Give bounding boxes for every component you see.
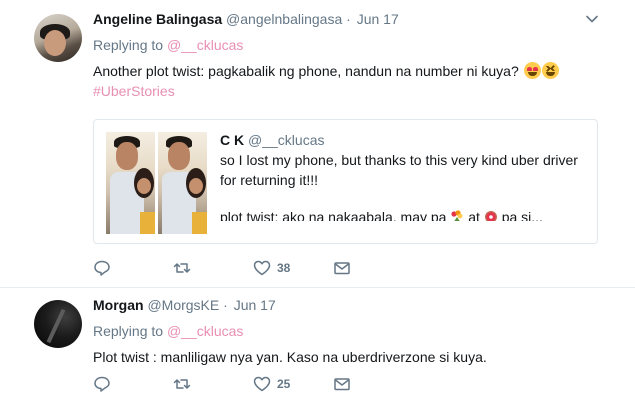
tweet-text: Plot twist : manliligaw nya yan. Kaso na… [93,349,487,365]
direct-message-button[interactable] [333,374,351,394]
heart-icon [253,376,271,392]
tweet-text: Another plot twist: pagkabalik ng phone,… [93,61,605,101]
quoted-text-line: plot twist: ako na nakaabala, may pa at … [220,207,583,221]
reply-icon [94,260,110,276]
heart-icon [253,260,271,276]
tweet[interactable]: Angeline Balingasa @angelnbalingasa · Ju… [0,0,635,287]
tweet-date[interactable]: Jun 17 [357,11,399,27]
heart-eyes-emoji-icon [523,62,541,79]
direct-message-button[interactable] [333,258,351,278]
replying-handle-link[interactable]: @__cklucas [167,323,243,339]
retweet-button[interactable] [173,374,191,394]
like-button[interactable]: 38 [253,258,290,278]
replying-handle-link[interactable]: @__cklucas [167,37,243,53]
tweet-content: Morgan @MorgsKE · Jun 17 Replying to @__… [93,296,605,367]
avatar-face [44,30,66,56]
separator-dot: · [223,297,228,313]
avatar[interactable] [34,300,82,348]
avatar[interactable] [34,14,82,62]
quoted-text-fragment: plot twist: ako na nakaabala, may pa [220,209,447,221]
laughing-emoji-icon [541,62,559,79]
retweet-icon [173,263,191,273]
reply-button[interactable] [93,258,111,278]
user-name[interactable]: Morgan [93,297,144,313]
quoted-text-fragment: at [468,209,480,221]
tweet-text-body: Another plot twist: pagkabalik ng phone,… [93,63,519,79]
replying-prefix: Replying to [93,323,164,339]
envelope-icon [334,262,350,275]
reply-button[interactable] [93,374,111,394]
quoted-text-line: so I lost my phone, but thanks to this v… [220,152,578,168]
avatar-detail [46,308,66,344]
quoted-tweet-image[interactable] [158,132,207,234]
tweet-header: Angeline Balingasa @angelnbalingasa · Ju… [93,10,605,28]
tweet-content: Angeline Balingasa @angelnbalingasa · Ju… [93,10,605,101]
replying-prefix: Replying to [93,37,164,53]
tweet-header: Morgan @MorgsKE · Jun 17 [93,296,605,314]
quoted-tweet[interactable]: C K @__cklucas so I lost my phone, but t… [93,119,598,244]
quoted-user-handle: @__cklucas [248,132,325,148]
replying-to: Replying to @__cklucas [93,36,605,54]
user-handle[interactable]: @MorgsKE [147,297,219,313]
reply-icon [94,376,110,392]
quoted-text-line: for returning it!!! [220,172,319,188]
doughnut-emoji-icon [484,211,497,221]
envelope-icon [334,378,350,391]
quoted-tweet-header: C K @__cklucas [220,130,583,150]
user-name[interactable]: Angeline Balingasa [93,11,222,27]
like-button[interactable]: 25 [253,374,290,394]
tweet-date[interactable]: Jun 17 [234,297,276,313]
quoted-user-name: C K [220,132,245,148]
quoted-tweet-image[interactable] [106,132,155,234]
chevron-down-icon[interactable] [585,12,599,26]
bouquet-emoji-icon [451,210,463,221]
quoted-tweet-text: C K @__cklucas so I lost my phone, but t… [220,130,583,221]
hashtag-link[interactable]: #UberStories [93,81,605,101]
like-count: 38 [277,261,291,275]
user-handle[interactable]: @angelnbalingasa [226,11,342,27]
retweet-button[interactable] [173,258,191,278]
separator-dot: · [346,11,351,27]
retweet-icon [173,379,191,389]
replying-to: Replying to @__cklucas [93,322,605,340]
like-count: 25 [277,377,291,391]
quoted-text-fragment: pa si... [501,209,543,221]
